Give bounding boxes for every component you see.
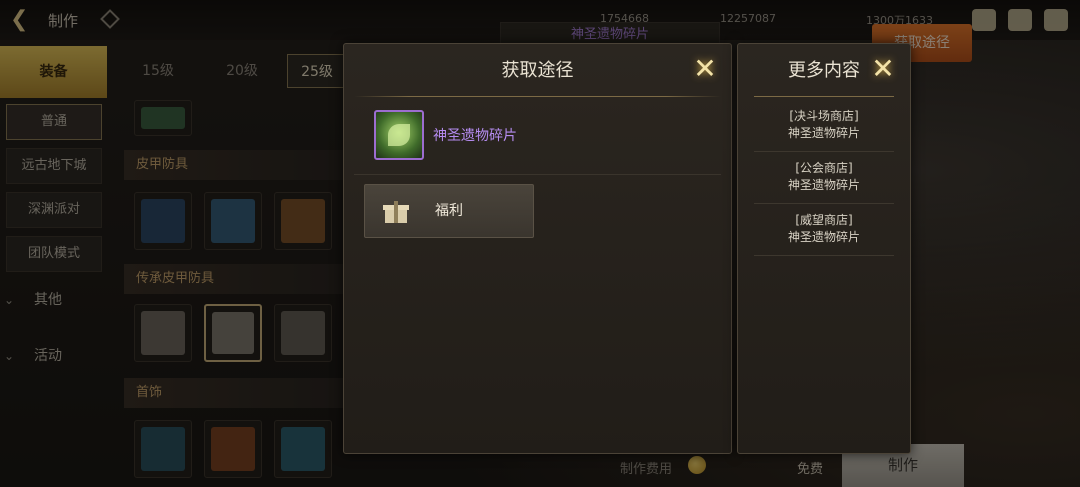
welfare-label: 福利 — [435, 203, 463, 219]
shop-name: [公会商店] — [795, 161, 853, 175]
acquire-path-dialog: 获取途径 ✕ 神圣遗物碎片 福利 — [343, 43, 732, 454]
title-divider — [354, 96, 721, 97]
shop-entry-guild[interactable]: [公会商店] 神圣遗物碎片 — [754, 152, 894, 204]
close-icon[interactable]: ✕ — [868, 54, 898, 84]
shop-name: [决斗场商店] — [789, 109, 859, 123]
more-content-panel: 更多内容 ✕ [决斗场商店] 神圣遗物碎片 [公会商店] 神圣遗物碎片 [威望商… — [737, 43, 911, 454]
panel-divider — [754, 96, 894, 97]
shop-item-name: 神圣遗物碎片 — [787, 178, 860, 192]
dialog-title: 获取途径 — [501, 60, 574, 81]
shop-entry-arena[interactable]: [决斗场商店] 神圣遗物碎片 — [754, 100, 894, 152]
shop-item-name: 神圣遗物碎片 — [787, 230, 860, 244]
item-name: 神圣遗物碎片 — [433, 128, 517, 144]
item-row: 神圣遗物碎片 — [374, 110, 714, 164]
shop-name: [威望商店] — [795, 213, 853, 227]
shop-entry-prestige[interactable]: [威望商店] 神圣遗物碎片 — [754, 204, 894, 256]
welfare-button[interactable]: 福利 — [364, 184, 534, 238]
close-icon[interactable]: ✕ — [690, 54, 720, 84]
relic-fragment-icon — [374, 110, 424, 160]
shop-item-name: 神圣遗物碎片 — [787, 126, 860, 140]
row-divider — [354, 174, 721, 175]
